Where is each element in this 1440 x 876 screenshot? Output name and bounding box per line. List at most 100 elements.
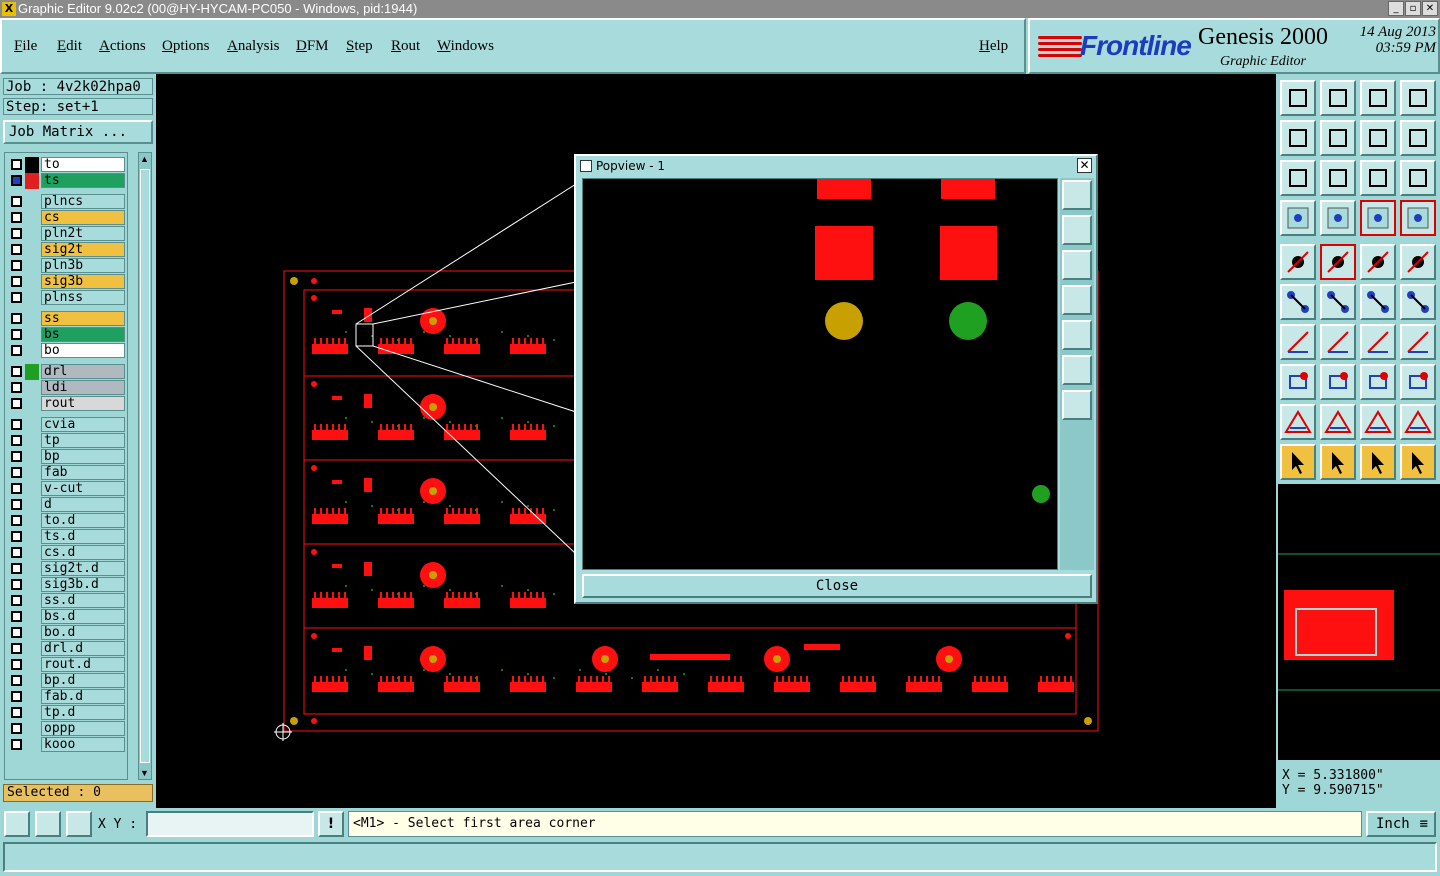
layer-checkbox[interactable] <box>11 276 22 287</box>
layer-checkbox[interactable] <box>11 212 22 223</box>
minus-icon[interactable] <box>1320 364 1356 400</box>
layer-checkbox[interactable] <box>11 159 22 170</box>
layer-row[interactable]: pln2t <box>7 226 127 242</box>
unit-selector[interactable]: Inch ≡ <box>1366 811 1436 837</box>
layer-name[interactable]: bo <box>41 343 125 358</box>
layer-name[interactable]: cs.d <box>41 545 125 560</box>
triangle-icon[interactable] <box>1280 404 1316 440</box>
layer-checkbox[interactable] <box>11 244 22 255</box>
fit-icon[interactable] <box>1360 120 1396 156</box>
layer-name[interactable]: bs <box>41 327 125 342</box>
layer-checkbox[interactable] <box>11 398 22 409</box>
select-point-icon[interactable] <box>1280 244 1316 280</box>
layer-row[interactable]: sig2t.d <box>7 561 127 577</box>
triangle3-icon[interactable] <box>1360 404 1396 440</box>
layer-checkbox[interactable] <box>11 739 22 750</box>
layer-name[interactable]: sig3b <box>41 274 125 289</box>
layer-row[interactable]: to <box>7 157 127 173</box>
layer-name[interactable]: pln3b <box>41 258 125 273</box>
layer-checkbox[interactable] <box>11 515 22 526</box>
layer-checkbox[interactable] <box>11 419 22 430</box>
close-window-icon[interactable]: ✕ <box>1422 1 1438 16</box>
layer-name[interactable]: to.d <box>41 513 125 528</box>
layer-checkbox[interactable] <box>11 435 22 446</box>
layer-row[interactable]: bp <box>7 449 127 465</box>
layer-name[interactable]: plncs <box>41 194 125 209</box>
layer-name[interactable]: cs <box>41 210 125 225</box>
arc-snap2-icon[interactable] <box>1400 284 1436 320</box>
layer-list-scrollbar[interactable]: ▲ ▼ <box>138 152 152 780</box>
pan-left-icon[interactable] <box>1280 120 1316 156</box>
zoom-in-icon[interactable] <box>1320 80 1356 116</box>
pointer-icon[interactable] <box>1280 444 1316 480</box>
layer-row[interactable]: bo.d <box>7 625 127 641</box>
arc-snap-icon[interactable] <box>1360 284 1396 320</box>
layer-checkbox[interactable] <box>11 659 22 670</box>
layer-row[interactable]: ts <box>7 173 127 189</box>
layer-name[interactable]: bp <box>41 449 125 464</box>
cross-icon[interactable] <box>1320 284 1356 320</box>
layer-checkbox[interactable] <box>11 563 22 574</box>
route-icon[interactable] <box>1400 444 1436 480</box>
popview-canvas[interactable] <box>582 178 1058 570</box>
layer-name[interactable]: ss.d <box>41 593 125 608</box>
layer-name[interactable]: v-cut <box>41 481 125 496</box>
ruler-icon[interactable] <box>1360 244 1396 280</box>
layer-checkbox[interactable] <box>11 643 22 654</box>
menu-windows[interactable]: Windows <box>437 38 494 55</box>
xy-input[interactable] <box>146 811 314 837</box>
layer-name[interactable]: kooo <box>41 737 125 752</box>
line-draw-icon[interactable] <box>1320 244 1356 280</box>
layer-name[interactable]: fab.d <box>41 689 125 704</box>
scroll-up-icon[interactable]: ▲ <box>140 154 149 164</box>
layer-checkbox[interactable] <box>11 175 22 186</box>
layer-row[interactable]: cs.d <box>7 545 127 561</box>
pointer-select-icon[interactable] <box>1320 444 1356 480</box>
layer-name[interactable]: plnss <box>41 290 125 305</box>
layer-row[interactable]: sig2t <box>7 242 127 258</box>
layer-name[interactable]: ts.d <box>41 529 125 544</box>
layer-checkbox[interactable] <box>11 723 22 734</box>
menu-rout[interactable]: Rout <box>391 38 420 55</box>
layer-checkbox[interactable] <box>11 329 22 340</box>
layer-checkbox[interactable] <box>11 707 22 718</box>
layer-row[interactable]: rout <box>7 396 127 412</box>
job-matrix-button[interactable]: Job Matrix ... <box>3 120 153 144</box>
snap-mode-icon[interactable] <box>4 811 30 837</box>
minimize-icon[interactable]: _ <box>1388 1 1404 16</box>
maximize-icon[interactable]: ▫ <box>1405 1 1421 16</box>
scroll-thumb[interactable] <box>140 169 150 763</box>
layer-checkbox[interactable] <box>11 547 22 558</box>
popview-close-icon[interactable]: ✕ <box>1077 158 1092 173</box>
snap-icon[interactable] <box>1400 120 1436 156</box>
zoom-fit-icon[interactable] <box>1280 160 1316 196</box>
ratio-icon[interactable] <box>1360 160 1396 196</box>
layer-row[interactable]: to.d <box>7 513 127 529</box>
grid-icon[interactable] <box>1320 200 1356 236</box>
menu-dfm[interactable]: DFM <box>296 38 329 55</box>
layer-checkbox[interactable] <box>11 260 22 271</box>
layer-row[interactable]: v-cut <box>7 481 127 497</box>
layer-row[interactable]: sig3b <box>7 274 127 290</box>
layer-checkbox[interactable] <box>11 228 22 239</box>
layer-name[interactable]: tp.d <box>41 705 125 720</box>
scroll-down-icon[interactable]: ▼ <box>140 768 149 778</box>
dimension-icon[interactable] <box>1360 364 1396 400</box>
layer-checkbox[interactable] <box>11 483 22 494</box>
zoom-center-icon[interactable] <box>1320 160 1356 196</box>
home-icon[interactable] <box>1360 80 1396 116</box>
layer-name[interactable]: bp.d <box>41 673 125 688</box>
layer-name[interactable]: bs.d <box>41 609 125 624</box>
pan-right-icon[interactable] <box>1320 120 1356 156</box>
layer-row[interactable]: oppp <box>7 721 127 737</box>
layer-checkbox[interactable] <box>11 499 22 510</box>
popview-zoom-out-icon[interactable] <box>1062 390 1092 420</box>
layer-name[interactable]: drl <box>41 364 125 379</box>
layer-checkbox[interactable] <box>11 451 22 462</box>
triangle2-icon[interactable] <box>1320 404 1356 440</box>
pad-icon[interactable] <box>1280 364 1316 400</box>
measure-settings-icon[interactable] <box>1280 200 1316 236</box>
layer-name[interactable]: cvia <box>41 417 125 432</box>
layer-row[interactable]: bp.d <box>7 673 127 689</box>
zoom-home-icon[interactable] <box>1280 80 1316 116</box>
